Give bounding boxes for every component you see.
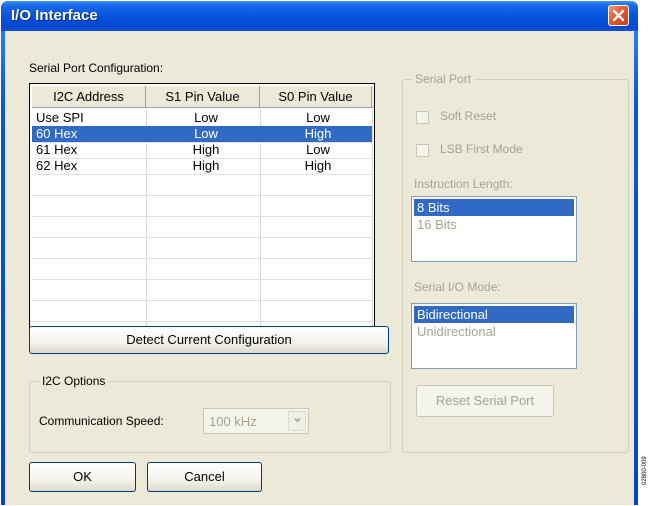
cancel-button[interactable]: Cancel — [147, 462, 262, 492]
serial-io-mode-list[interactable]: Bidirectional Unidirectional — [411, 303, 577, 369]
communication-speed-select[interactable]: 100 kHz — [203, 408, 309, 434]
grid-line — [32, 216, 372, 217]
cell-s1: Low — [194, 110, 218, 125]
ok-button[interactable]: OK — [29, 462, 136, 492]
close-button[interactable] — [608, 5, 629, 26]
io-interface-window: I/O Interface Serial Port Configuration:… — [1, 1, 638, 505]
figure-id: 02800-009 — [642, 456, 648, 485]
cell-address: 61 Hex — [36, 142, 78, 157]
list-item[interactable]: 16 Bits — [414, 216, 574, 233]
table-row[interactable]: 62 Hex High High — [32, 158, 372, 174]
list-item[interactable]: Unidirectional — [414, 323, 574, 340]
detect-configuration-button[interactable]: Detect Current Configuration — [29, 326, 389, 354]
column-header-s1-pin-value[interactable]: S1 Pin Value — [146, 86, 260, 108]
grid-line — [32, 237, 372, 238]
cell-address: 60 Hex — [36, 126, 78, 141]
table-row[interactable]: Use SPI Low Low — [32, 110, 372, 126]
grid-line — [32, 174, 372, 175]
cell-s1: Low — [194, 126, 218, 141]
communication-speed-label: Communication Speed: — [39, 414, 164, 428]
grid-line — [32, 279, 372, 280]
lsb-first-label: LSB First Mode — [440, 142, 523, 156]
instruction-length-list[interactable]: 8 Bits 16 Bits — [411, 196, 577, 262]
grid-line — [32, 300, 372, 301]
soft-reset-label: Soft Reset — [440, 109, 497, 123]
cell-address: 62 Hex — [36, 158, 78, 173]
soft-reset-checkbox[interactable] — [416, 111, 429, 124]
list-item[interactable]: 8 Bits — [414, 199, 574, 216]
cell-s0: High — [304, 158, 332, 173]
grid-line — [32, 258, 372, 259]
cell-s0: Low — [306, 142, 330, 157]
column-header-filler — [372, 86, 374, 108]
cell-address: Use SPI — [36, 110, 84, 125]
column-header-s0-pin-value[interactable]: S0 Pin Value — [260, 86, 372, 108]
serial-port-legend: Serial Port — [412, 72, 475, 86]
column-header-i2c-address[interactable]: I2C Address — [32, 86, 146, 108]
i2c-options-legend: I2C Options — [39, 374, 109, 388]
reset-serial-port-button[interactable]: Reset Serial Port — [416, 385, 554, 417]
communication-speed-value: 100 kHz — [209, 414, 257, 429]
table-row-selected[interactable]: 60 Hex Low High — [32, 126, 372, 142]
instruction-length-label: Instruction Length: — [414, 177, 513, 191]
grid-line — [32, 195, 372, 196]
dropdown-button[interactable] — [288, 411, 306, 431]
serial-port-config-label: Serial Port Configuration: — [29, 61, 164, 75]
table-row[interactable]: 61 Hex High Low — [32, 142, 372, 158]
grid-line — [32, 321, 372, 322]
cell-s0: Low — [306, 110, 330, 125]
cell-s0: High — [304, 126, 332, 141]
address-table: I2C Address S1 Pin Value S0 Pin Value Us… — [29, 83, 375, 337]
serial-io-mode-label: Serial I/O Mode: — [414, 280, 501, 294]
cell-s1: High — [192, 142, 220, 157]
window-title: I/O Interface — [11, 7, 98, 24]
dialog-body: Serial Port Configuration: I2C Address S… — [5, 31, 634, 505]
list-item[interactable]: Bidirectional — [414, 306, 574, 323]
cell-s1: High — [192, 158, 220, 173]
title-bar[interactable]: I/O Interface — [1, 1, 638, 31]
lsb-first-checkbox[interactable] — [416, 144, 429, 157]
